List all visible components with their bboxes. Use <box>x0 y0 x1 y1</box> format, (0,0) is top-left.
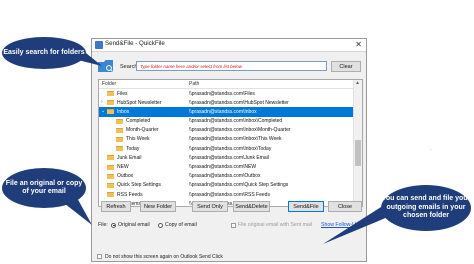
folder-name: This Week <box>126 136 150 143</box>
list-row[interactable]: Files \\prasadn@standss.com\Files <box>99 89 354 98</box>
refresh-button[interactable]: Refresh <box>101 201 131 212</box>
folder-name: Junk Email <box>117 154 142 161</box>
chevron-right-icon[interactable]: › <box>101 99 103 105</box>
list-row[interactable]: Today \\prasadn@standss.com\Inbox\Today <box>99 144 354 153</box>
folder-path: \\prasadn@standss.com\Inbox\Month-Quarte… <box>189 127 291 134</box>
folder-icon <box>107 155 114 161</box>
folder-name: Today <box>126 145 140 152</box>
send-file-button[interactable]: Send&File <box>288 201 324 212</box>
callout-send-file: You can send and file your outgoing emai… <box>381 185 471 231</box>
folder-path: \\prasadn@standss.com\Quick Step Setting… <box>189 182 289 189</box>
title-bar: Send&File - QuickFile ✕ <box>92 39 366 52</box>
list-row[interactable]: RSS Feeds \\prasadn@standss.com\RSS Feeds <box>99 190 354 199</box>
folder-icon <box>107 192 114 198</box>
folder-path: \\prasadn@standss.com\Inbox\This Week <box>189 136 282 143</box>
window-title: Send&File - QuickFile <box>105 40 165 47</box>
folder-path: \\prasadn@standss.com\RSS Feeds <box>189 191 270 198</box>
copy-of-email-label[interactable]: Copy of email <box>165 222 197 228</box>
folder-name: Quick Step Settings <box>117 182 161 189</box>
folder-icon <box>116 118 123 124</box>
scroll-thumb[interactable] <box>355 140 361 166</box>
folder-search-icon <box>98 60 113 72</box>
folder-path: \\prasadn@standss.com\HubSpot Newsletter <box>189 99 289 106</box>
show-follow-up-link[interactable]: Show Follow-Up <box>321 222 359 228</box>
folder-path: \\prasadn@standss.com\NEW <box>189 164 257 170</box>
folder-icon <box>116 146 123 152</box>
dont-show-checkbox[interactable] <box>97 254 102 259</box>
list-row[interactable]: Completed \\prasadn@standss.com\Inbox\Com… <box>99 117 354 126</box>
folder-path: \\prasadn@standss.com\Inbox <box>189 108 257 115</box>
folder-icon <box>107 173 114 179</box>
file-original-with-sent-label: File original email with Sent mail <box>238 222 313 228</box>
close-icon[interactable]: ✕ <box>355 39 362 50</box>
scroll-up-icon[interactable]: ▲ <box>355 80 360 86</box>
folder-path: \\prasadn@standss.com\Inbox\Completed <box>189 118 283 125</box>
list-rows: Files \\prasadn@standss.com\Files › HubSpot… <box>99 89 354 206</box>
folder-icon <box>107 100 114 106</box>
list-row[interactable]: ⌄ Inbox \\prasadn@standss.com\Inbox <box>99 107 354 117</box>
list-row[interactable]: Month-Quarter \\prasadn@standss.com\Inbox… <box>99 126 354 135</box>
column-header-path[interactable]: Path <box>189 81 199 87</box>
folder-icon <box>107 182 114 188</box>
folder-name: Completed <box>126 118 151 125</box>
folder-path: \\prasadn@standss.com\Inbox\Today <box>189 145 272 152</box>
list-row[interactable]: This Week \\prasadn@standss.com\Inbox\Thi… <box>99 135 354 144</box>
original-email-label[interactable]: Original email <box>118 222 150 228</box>
dont-show-label: Do not show this screen again on Outlook… <box>105 254 223 260</box>
send-only-button[interactable]: Send Only <box>192 201 228 212</box>
folder-name: HubSpot Newsletter <box>117 99 162 106</box>
file-label: File: <box>98 222 108 228</box>
folder-icon <box>107 164 114 170</box>
chevron-down-icon[interactable]: ⌄ <box>101 108 105 114</box>
send-delete-button[interactable]: Send&Delete <box>233 201 270 212</box>
folder-name: NEW <box>117 164 129 170</box>
folder-name: Inbox <box>117 108 130 115</box>
list-row[interactable]: NEW \\prasadn@standss.com\NEW <box>99 163 354 172</box>
folder-icon <box>107 109 114 115</box>
folder-path: \\prasadn@standss.com\Junk Email <box>189 154 269 161</box>
vertical-scrollbar[interactable]: ▲ ▼ <box>353 80 362 206</box>
list-header: Folder Path <box>99 80 354 89</box>
original-email-radio[interactable] <box>111 222 116 228</box>
folder-name: Files <box>117 90 128 97</box>
clear-button[interactable]: Clear <box>331 61 361 72</box>
folder-name: Outbox <box>117 173 134 180</box>
file-original-with-sent-checkbox[interactable] <box>231 222 236 228</box>
list-row[interactable]: Outbox \\prasadn@standss.com\Outbox <box>99 172 354 181</box>
folder-icon <box>107 91 114 96</box>
new-folder-button[interactable]: New Folder <box>140 201 176 212</box>
callout-search: Easily search for folders <box>2 37 86 69</box>
close-button[interactable]: Close <box>328 201 362 212</box>
list-row[interactable]: Junk Email \\prasadn@standss.com\Junk Ema… <box>99 153 354 162</box>
stray-mark: · <box>430 147 432 153</box>
list-row[interactable]: › HubSpot Newsletter \\prasadn@standss.com… <box>99 98 354 107</box>
app-icon <box>95 41 103 49</box>
copy-of-email-radio[interactable] <box>158 222 163 228</box>
search-input[interactable] <box>136 61 327 71</box>
folder-icon <box>116 127 123 133</box>
folder-icon <box>116 136 123 142</box>
folder-path: \\prasadn@standss.com\Files <box>189 90 255 97</box>
callout-file-copy: File an original or copy of your email <box>2 168 86 208</box>
folder-name: RSS Feeds <box>117 191 143 198</box>
folder-name: Month-Quarter <box>126 127 159 134</box>
folder-path: \\prasadn@standss.com\Outbox <box>189 173 261 180</box>
list-row[interactable]: Quick Step Settings \\prasadn@standss.com… <box>99 181 354 190</box>
column-header-folder[interactable]: Folder <box>102 81 116 87</box>
quickfile-dialog: Send&File - QuickFile ✕ Search: Clear Fo… <box>91 38 367 262</box>
folder-list[interactable]: Folder Path Files \\prasadn@standss.com\F… <box>98 79 363 207</box>
